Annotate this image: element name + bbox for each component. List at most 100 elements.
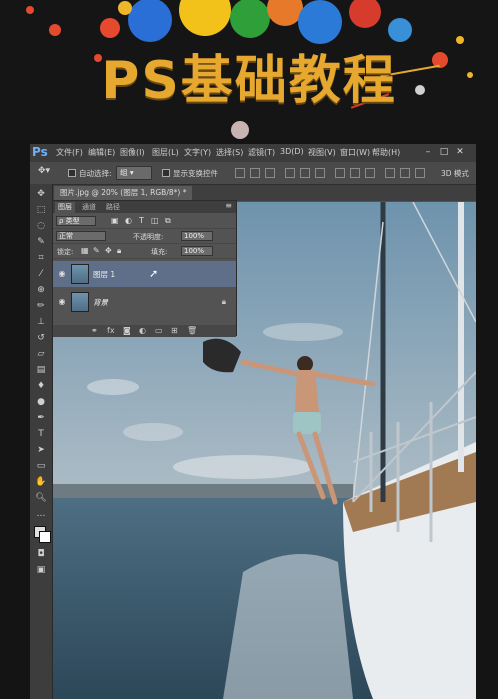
background-color-swatch[interactable]	[39, 531, 51, 543]
clone-stamp-tool-icon[interactable]: ⊥	[34, 316, 48, 328]
layer-row-layer1[interactable]: ◉ 图层 1 ➚	[53, 261, 236, 287]
opacity-input[interactable]: 100%	[181, 231, 213, 241]
align-middle-icon[interactable]	[250, 168, 260, 178]
lock-transparent-icon[interactable]: ▦	[81, 246, 89, 255]
distribute-left-icon[interactable]	[385, 168, 395, 178]
path-selection-tool-icon[interactable]: ➤	[34, 444, 48, 456]
menu-3d[interactable]: 3D(D)	[280, 147, 304, 156]
screen-mode-icon[interactable]: ▣	[34, 564, 48, 576]
lasso-tool-icon[interactable]: ◌	[34, 220, 48, 232]
document-tab[interactable]: 图片.jpg @ 20% (图层 1, RGB/8*) *	[54, 186, 193, 200]
menu-type[interactable]: 文字(Y)	[184, 147, 211, 158]
new-layer-icon[interactable]: ⊞	[171, 326, 178, 335]
banner: PS基础教程	[0, 0, 498, 140]
layer-style-icon[interactable]: fx	[107, 326, 115, 335]
auto-select-dropdown[interactable]: 组 ▾	[116, 166, 152, 180]
eraser-tool-icon[interactable]: ▱	[34, 348, 48, 360]
banner-title: PS基础教程	[101, 51, 397, 111]
menu-filter[interactable]: 滤镜(T)	[248, 147, 275, 158]
distribute-top-icon[interactable]	[335, 168, 345, 178]
layers-panel: 图层 通道 路径 ≡ ρ 类型 ▣ ◐ T ◫ ⧉ 正常 不透明度: 100% …	[52, 200, 237, 337]
layers-panel-tabs: 图层 通道 路径 ≡	[53, 201, 236, 213]
delete-layer-icon[interactable]: 🗑︎	[187, 326, 197, 335]
pen-tool-icon[interactable]: ✒	[34, 412, 48, 424]
options-bar: ✥▾ 自动选择: 组 ▾ 显示变换控件 3D 模式	[30, 162, 476, 185]
filter-pixel-icon[interactable]: ▣	[111, 216, 119, 225]
filter-shape-icon[interactable]: ◫	[151, 216, 159, 225]
hand-tool-icon[interactable]: ✋	[34, 476, 48, 488]
maximize-icon[interactable]: □	[438, 146, 450, 158]
toolbox: ✥ ⬚ ◌ ✎ ⌗ ⁄ ⊕ ✏ ⊥ ↺ ▱ ▤ ♦ ● ✒ T ➤ ▭ ✋ 🔍︎…	[30, 184, 53, 699]
menu-select[interactable]: 选择(S)	[216, 147, 243, 158]
move-tool-icon[interactable]: ✥▾	[38, 166, 50, 176]
quick-mask-icon[interactable]: ◘	[34, 548, 48, 560]
layer-thumbnail	[71, 292, 89, 312]
align-top-icon[interactable]	[235, 168, 245, 178]
type-tool-icon[interactable]: T	[34, 428, 48, 440]
menu-layer[interactable]: 图层(L)	[152, 147, 179, 158]
align-left-icon[interactable]	[285, 168, 295, 178]
menu-file[interactable]: 文件(F)	[56, 147, 83, 158]
lock-image-icon[interactable]: ✎	[93, 246, 100, 255]
add-mask-icon[interactable]: ◙	[123, 326, 131, 335]
distribute-center-icon[interactable]	[400, 168, 410, 178]
fill-input[interactable]: 100%	[181, 246, 213, 256]
history-brush-tool-icon[interactable]: ↺	[34, 332, 48, 344]
filter-type-icon[interactable]: T	[139, 216, 144, 225]
lock-all-icon[interactable]: 🔒︎	[117, 246, 121, 256]
menu-image[interactable]: 图像(I)	[120, 147, 145, 158]
document-tab-bar: 图片.jpg @ 20% (图层 1, RGB/8*) *	[52, 185, 476, 201]
zoom-tool-icon[interactable]: 🔍︎	[34, 492, 48, 504]
close-icon[interactable]: ✕	[454, 146, 466, 158]
tab-layers[interactable]: 图层	[55, 202, 75, 213]
shape-tool-icon[interactable]: ▭	[34, 460, 48, 472]
minimize-icon[interactable]: –	[422, 146, 434, 158]
blend-mode-dropdown[interactable]: 正常	[56, 231, 106, 241]
visibility-eye-icon[interactable]: ◉	[57, 297, 67, 307]
align-right-icon[interactable]	[315, 168, 325, 178]
opacity-label: 不透明度:	[133, 233, 164, 241]
brush-tool-icon[interactable]: ✏	[34, 300, 48, 312]
quick-select-tool-icon[interactable]: ✎	[34, 236, 48, 248]
kind-filter-dropdown[interactable]: ρ 类型	[56, 216, 96, 226]
filter-smart-object-icon[interactable]: ⧉	[165, 216, 171, 226]
menu-help[interactable]: 帮助(H)	[372, 147, 400, 158]
distribute-middle-icon[interactable]	[350, 168, 360, 178]
fill-label: 填充:	[151, 248, 168, 256]
layer-name[interactable]: 图层 1	[93, 269, 115, 280]
filter-adjustment-icon[interactable]: ◐	[125, 216, 132, 225]
marquee-tool-icon[interactable]: ⬚	[34, 204, 48, 216]
blur-tool-icon[interactable]: ♦	[34, 380, 48, 392]
show-transform-checkbox[interactable]	[162, 169, 170, 177]
healing-brush-tool-icon[interactable]: ⊕	[34, 284, 48, 296]
dodge-tool-icon[interactable]: ●	[34, 396, 48, 408]
new-adjustment-icon[interactable]: ◐	[139, 326, 146, 335]
panel-menu-icon[interactable]: ≡	[225, 201, 232, 210]
tab-channels[interactable]: 通道	[79, 202, 99, 212]
menu-edit[interactable]: 编辑(E)	[88, 147, 115, 158]
lock-label: 锁定:	[57, 248, 74, 256]
crop-tool-icon[interactable]: ⌗	[34, 252, 48, 264]
lock-position-icon[interactable]: ✥	[105, 246, 112, 255]
align-bottom-icon[interactable]	[265, 168, 275, 178]
lock-row: 锁定: ▦ ✎ ✥ 🔒︎ 填充: 100%	[53, 244, 236, 259]
align-center-icon[interactable]	[300, 168, 310, 178]
menu-window[interactable]: 窗口(W)	[340, 147, 370, 158]
move-tool-icon[interactable]: ✥	[34, 188, 48, 200]
link-layers-icon[interactable]: ⚭	[91, 326, 98, 335]
visibility-eye-icon[interactable]: ◉	[57, 269, 67, 279]
auto-select-checkbox[interactable]	[68, 169, 76, 177]
extra-tools-icon[interactable]: …	[34, 508, 48, 520]
layer-thumbnail	[71, 264, 89, 284]
layer-name[interactable]: 背景	[93, 297, 108, 308]
tab-paths[interactable]: 路径	[103, 202, 123, 212]
gradient-tool-icon[interactable]: ▤	[34, 364, 48, 376]
layer-row-background[interactable]: ◉ 背景 🔒︎	[53, 289, 236, 315]
show-transform-label: 显示变换控件	[173, 169, 218, 178]
menu-bar: Ps 文件(F) 编辑(E) 图像(I) 图层(L) 文字(Y) 选择(S) 滤…	[30, 144, 476, 162]
distribute-bottom-icon[interactable]	[365, 168, 375, 178]
menu-view[interactable]: 视图(V)	[308, 147, 336, 158]
new-group-icon[interactable]: ▭	[155, 326, 163, 335]
eyedropper-tool-icon[interactable]: ⁄	[34, 268, 48, 280]
distribute-right-icon[interactable]	[415, 168, 425, 178]
